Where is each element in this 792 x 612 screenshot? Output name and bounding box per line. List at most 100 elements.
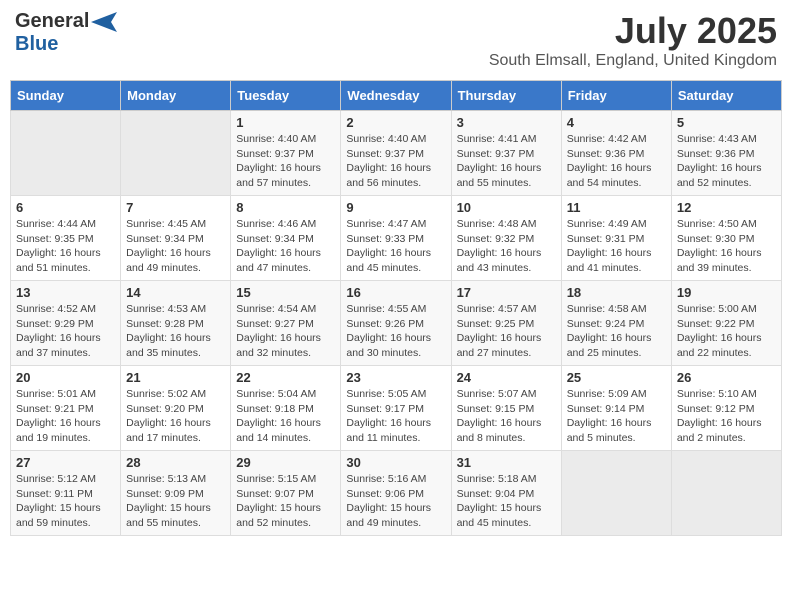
day-info: Sunrise: 4:40 AM Sunset: 9:37 PM Dayligh… <box>236 132 335 191</box>
calendar-cell: 30 Sunrise: 5:16 AM Sunset: 9:06 PM Dayli… <box>341 451 451 536</box>
calendar-cell: 24 Sunrise: 5:07 AM Sunset: 9:15 PM Dayli… <box>451 366 561 451</box>
header-wednesday: Wednesday <box>341 81 451 111</box>
logo-general-text: General <box>15 10 89 33</box>
day-info: Sunrise: 4:52 AM Sunset: 9:29 PM Dayligh… <box>16 302 115 361</box>
day-info: Sunrise: 4:43 AM Sunset: 9:36 PM Dayligh… <box>677 132 776 191</box>
day-info: Sunrise: 5:01 AM Sunset: 9:21 PM Dayligh… <box>16 387 115 446</box>
calendar-cell: 17Sunrise: 4:57 AM Sunset: 9:25 PM Dayli… <box>451 281 561 366</box>
calendar-cell: 31 Sunrise: 5:18 AM Sunset: 9:04 PM Dayli… <box>451 451 561 536</box>
day-number: 10 <box>457 200 556 215</box>
calendar-cell: 13 Sunrise: 4:52 AM Sunset: 9:29 PM Dayli… <box>11 281 121 366</box>
calendar-cell: 22Sunrise: 5:04 AM Sunset: 9:18 PM Dayli… <box>231 366 341 451</box>
day-info: Sunrise: 4:41 AM Sunset: 9:37 PM Dayligh… <box>457 132 556 191</box>
day-info: Sunrise: 4:53 AM Sunset: 9:28 PM Dayligh… <box>126 302 225 361</box>
day-info: Sunrise: 4:44 AM Sunset: 9:35 PM Dayligh… <box>16 217 115 276</box>
calendar-cell: 1 Sunrise: 4:40 AM Sunset: 9:37 PM Daylig… <box>231 111 341 196</box>
day-info: Sunrise: 5:12 AM Sunset: 9:11 PM Dayligh… <box>16 472 115 531</box>
day-number: 18 <box>567 285 666 300</box>
calendar-cell: 3 Sunrise: 4:41 AM Sunset: 9:37 PM Daylig… <box>451 111 561 196</box>
calendar-cell: 20 Sunrise: 5:01 AM Sunset: 9:21 PM Dayli… <box>11 366 121 451</box>
calendar-cell: 25 Sunrise: 5:09 AM Sunset: 9:14 PM Dayli… <box>561 366 671 451</box>
header-tuesday: Tuesday <box>231 81 341 111</box>
calendar-cell: 12Sunrise: 4:50 AM Sunset: 9:30 PM Dayli… <box>671 196 781 281</box>
day-number: 21 <box>126 370 225 385</box>
day-info: Sunrise: 5:16 AM Sunset: 9:06 PM Dayligh… <box>346 472 445 531</box>
calendar-cell: 11Sunrise: 4:49 AM Sunset: 9:31 PM Dayli… <box>561 196 671 281</box>
day-number: 11 <box>567 200 666 215</box>
calendar-cell: 5 Sunrise: 4:43 AM Sunset: 9:36 PM Daylig… <box>671 111 781 196</box>
header-friday: Friday <box>561 81 671 111</box>
day-number: 27 <box>16 455 115 470</box>
day-number: 3 <box>457 115 556 130</box>
day-info: Sunrise: 4:57 AM Sunset: 9:25 PM Dayligh… <box>457 302 556 361</box>
day-info: Sunrise: 5:15 AM Sunset: 9:07 PM Dayligh… <box>236 472 335 531</box>
calendar-cell: 15 Sunrise: 4:54 AM Sunset: 9:27 PM Dayli… <box>231 281 341 366</box>
calendar-cell: 27 Sunrise: 5:12 AM Sunset: 9:11 PM Dayli… <box>11 451 121 536</box>
calendar-week-row: 20 Sunrise: 5:01 AM Sunset: 9:21 PM Dayli… <box>11 366 782 451</box>
day-number: 2 <box>346 115 445 130</box>
calendar-cell: 4Sunrise: 4:42 AM Sunset: 9:36 PM Daylig… <box>561 111 671 196</box>
day-info: Sunrise: 4:54 AM Sunset: 9:27 PM Dayligh… <box>236 302 335 361</box>
day-number: 24 <box>457 370 556 385</box>
day-number: 4 <box>567 115 666 130</box>
day-info: Sunrise: 5:09 AM Sunset: 9:14 PM Dayligh… <box>567 387 666 446</box>
day-info: Sunrise: 4:45 AM Sunset: 9:34 PM Dayligh… <box>126 217 225 276</box>
calendar-cell: 23Sunrise: 5:05 AM Sunset: 9:17 PM Dayli… <box>341 366 451 451</box>
day-info: Sunrise: 4:47 AM Sunset: 9:33 PM Dayligh… <box>346 217 445 276</box>
day-number: 6 <box>16 200 115 215</box>
location-subtitle: South Elmsall, England, United Kingdom <box>489 52 777 70</box>
day-number: 20 <box>16 370 115 385</box>
month-title: July 2025 <box>489 10 777 52</box>
day-number: 30 <box>346 455 445 470</box>
calendar-cell <box>671 451 781 536</box>
day-number: 13 <box>16 285 115 300</box>
calendar-cell: 26Sunrise: 5:10 AM Sunset: 9:12 PM Dayli… <box>671 366 781 451</box>
day-number: 7 <box>126 200 225 215</box>
day-info: Sunrise: 5:18 AM Sunset: 9:04 PM Dayligh… <box>457 472 556 531</box>
day-info: Sunrise: 5:13 AM Sunset: 9:09 PM Dayligh… <box>126 472 225 531</box>
day-info: Sunrise: 4:48 AM Sunset: 9:32 PM Dayligh… <box>457 217 556 276</box>
day-info: Sunrise: 5:04 AM Sunset: 9:18 PM Dayligh… <box>236 387 335 446</box>
header-thursday: Thursday <box>451 81 561 111</box>
calendar-cell: 19 Sunrise: 5:00 AM Sunset: 9:22 PM Dayli… <box>671 281 781 366</box>
day-number: 15 <box>236 285 335 300</box>
calendar-cell: 28 Sunrise: 5:13 AM Sunset: 9:09 PM Dayli… <box>121 451 231 536</box>
calendar-cell: 14 Sunrise: 4:53 AM Sunset: 9:28 PM Dayli… <box>121 281 231 366</box>
day-number: 5 <box>677 115 776 130</box>
day-info: Sunrise: 4:55 AM Sunset: 9:26 PM Dayligh… <box>346 302 445 361</box>
header-monday: Monday <box>121 81 231 111</box>
logo-blue-text: Blue <box>15 33 58 55</box>
day-info: Sunrise: 5:07 AM Sunset: 9:15 PM Dayligh… <box>457 387 556 446</box>
day-info: Sunrise: 4:58 AM Sunset: 9:24 PM Dayligh… <box>567 302 666 361</box>
day-number: 19 <box>677 285 776 300</box>
calendar-cell: 18 Sunrise: 4:58 AM Sunset: 9:24 PM Dayli… <box>561 281 671 366</box>
day-number: 25 <box>567 370 666 385</box>
calendar-cell: 6 Sunrise: 4:44 AM Sunset: 9:35 PM Daylig… <box>11 196 121 281</box>
day-number: 31 <box>457 455 556 470</box>
day-number: 28 <box>126 455 225 470</box>
day-info: Sunrise: 4:50 AM Sunset: 9:30 PM Dayligh… <box>677 217 776 276</box>
day-info: Sunrise: 4:40 AM Sunset: 9:37 PM Dayligh… <box>346 132 445 191</box>
day-info: Sunrise: 5:05 AM Sunset: 9:17 PM Dayligh… <box>346 387 445 446</box>
day-number: 1 <box>236 115 335 130</box>
day-number: 9 <box>346 200 445 215</box>
day-info: Sunrise: 4:46 AM Sunset: 9:34 PM Dayligh… <box>236 217 335 276</box>
day-number: 14 <box>126 285 225 300</box>
page-header: General Blue July 2025 South Elmsall, En… <box>10 10 782 70</box>
logo-bird-icon <box>91 12 117 32</box>
calendar-week-row: 1 Sunrise: 4:40 AM Sunset: 9:37 PM Daylig… <box>11 111 782 196</box>
calendar-cell: 7 Sunrise: 4:45 AM Sunset: 9:34 PM Daylig… <box>121 196 231 281</box>
calendar-cell <box>121 111 231 196</box>
calendar-week-row: 6 Sunrise: 4:44 AM Sunset: 9:35 PM Daylig… <box>11 196 782 281</box>
day-number: 29 <box>236 455 335 470</box>
calendar-table: SundayMondayTuesdayWednesdayThursdayFrid… <box>10 80 782 536</box>
header-saturday: Saturday <box>671 81 781 111</box>
calendar-cell: 8Sunrise: 4:46 AM Sunset: 9:34 PM Daylig… <box>231 196 341 281</box>
calendar-week-row: 13 Sunrise: 4:52 AM Sunset: 9:29 PM Dayli… <box>11 281 782 366</box>
calendar-cell: 2 Sunrise: 4:40 AM Sunset: 9:37 PM Daylig… <box>341 111 451 196</box>
calendar-header-row: SundayMondayTuesdayWednesdayThursdayFrid… <box>11 81 782 111</box>
day-info: Sunrise: 5:10 AM Sunset: 9:12 PM Dayligh… <box>677 387 776 446</box>
day-info: Sunrise: 5:00 AM Sunset: 9:22 PM Dayligh… <box>677 302 776 361</box>
calendar-week-row: 27 Sunrise: 5:12 AM Sunset: 9:11 PM Dayli… <box>11 451 782 536</box>
day-info: Sunrise: 5:02 AM Sunset: 9:20 PM Dayligh… <box>126 387 225 446</box>
